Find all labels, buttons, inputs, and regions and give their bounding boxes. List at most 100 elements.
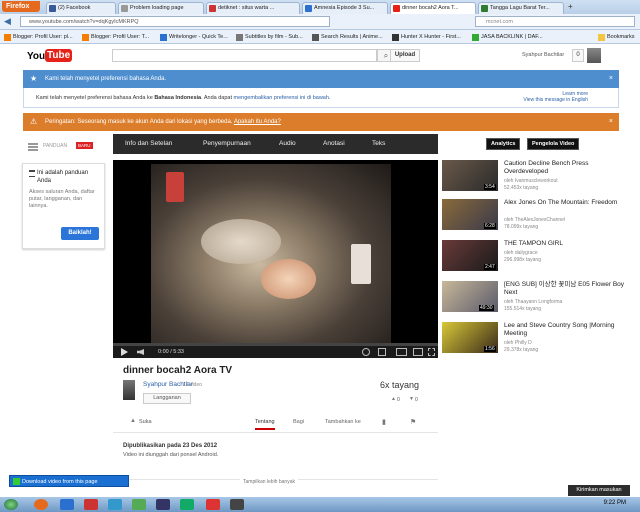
video-manager-button[interactable]: Pengelola Video — [527, 138, 580, 150]
taskbar-app-icon[interactable] — [180, 499, 194, 510]
user-name[interactable]: Syahpur Bachtiar — [522, 52, 564, 58]
taskbar-app-icon[interactable] — [230, 499, 244, 510]
bookmark-item[interactable]: Blogger: Profil User: pl... — [4, 32, 73, 42]
revert-preference-link[interactable]: mengembalikan preferensi ini di bawah — [234, 95, 329, 101]
system-clock: 9:22 PM — [603, 500, 626, 506]
taskbar-app-icon[interactable] — [108, 499, 122, 510]
suggestion-item[interactable]: 2:47 THE TAMPON GIRL oleh dailygrace 296… — [442, 240, 632, 278]
firefox-taskbar-icon[interactable] — [34, 499, 48, 510]
suggestion-channel: oleh Thaayann Longforma — [504, 299, 563, 305]
suggestion-title[interactable]: Lee and Steve Country Song |Morning Meet… — [504, 322, 632, 338]
notification-count[interactable]: 0 — [572, 49, 584, 62]
suggestion-item[interactable]: 3:54 Caution Decline Bench Press Overdev… — [442, 160, 632, 198]
page-favicon-icon — [121, 5, 128, 12]
search-engine-box[interactable]: mcnet.com — [475, 16, 635, 27]
suggestion-item[interactable]: 1:56 Lee and Steve Country Song |Morning… — [442, 322, 632, 360]
taskbar-app-icon[interactable] — [206, 499, 220, 510]
tab-info-settings[interactable]: Info dan Setelan — [125, 134, 172, 154]
tab-share[interactable]: Bagi — [293, 419, 304, 425]
browser-tab[interactable]: Tangga Lagu Barat Ter... — [478, 2, 564, 14]
stats-icon[interactable]: ▮ — [382, 418, 386, 426]
guide-label[interactable]: PANDUAN — [43, 143, 67, 149]
browser-tab[interactable]: (2) Facebook — [46, 2, 116, 14]
tab-about[interactable]: Tentang — [255, 419, 275, 430]
start-button-icon[interactable] — [4, 499, 18, 510]
tab-add-to[interactable]: Tambahkan ke — [325, 419, 361, 425]
browser-tab[interactable]: Amnesia Episode 3 Su... — [302, 2, 388, 14]
bookmark-item[interactable]: Blogger: Profil User: T... — [82, 32, 149, 42]
time-display: 0:00 / 5:33 — [158, 349, 184, 355]
close-icon[interactable]: × — [609, 70, 613, 88]
guide-ok-button[interactable]: Baiklah! — [61, 227, 99, 240]
language-alert: ★ Kami telah menyetel preferensi bahasa … — [23, 70, 619, 88]
download-video-bar[interactable]: Download video from this page — [9, 475, 129, 487]
browser-tab[interactable]: detiknet : situs warta ... — [206, 2, 300, 14]
youtube-logo[interactable]: You Tube — [27, 48, 73, 64]
suggestion-title[interactable]: [ENG SUB] 이상한 꽃미남 E05 Flower Boy Next — [504, 281, 632, 297]
popout-icon[interactable] — [396, 348, 407, 356]
tab-captions[interactable]: Teks — [372, 134, 385, 154]
video-content — [166, 172, 184, 202]
avatar[interactable] — [587, 48, 601, 63]
suggestion-title[interactable]: Caution Decline Bench Press Overdevelope… — [504, 160, 632, 176]
was-it-you-link[interactable]: Apakah itu Anda? — [234, 119, 281, 125]
subscribe-button[interactable]: Langganan — [143, 393, 191, 404]
back-icon[interactable]: ◀ — [4, 16, 11, 26]
browser-tab-bar: Firefox (2) Facebook Problem loading pag… — [0, 0, 640, 14]
site-icon — [392, 34, 399, 41]
flag-icon[interactable]: ⚑ — [410, 418, 416, 426]
bookmark-item[interactable]: JASA BACKLINK | DAF... — [472, 32, 543, 42]
warning-icon: ⚠ — [30, 117, 38, 126]
suggestion-title[interactable]: THE TAMPON GIRL — [504, 240, 632, 248]
bookmark-item[interactable]: Writelonger - Quick Te... — [160, 32, 228, 42]
taskbar-app-icon[interactable] — [132, 499, 146, 510]
bookmarks-menu[interactable]: Bookmarks — [598, 32, 635, 42]
search-input[interactable] — [112, 49, 377, 62]
feedback-button[interactable]: Kirimkan masukan — [568, 485, 630, 496]
thumbs-up-icon[interactable]: ▲ — [391, 396, 396, 402]
like-button[interactable]: Suka — [139, 419, 152, 425]
site-icon — [312, 34, 319, 41]
show-more-button[interactable]: Tampilkan lebih banyak — [240, 479, 298, 485]
tab-enhancements[interactable]: Penyempurnaan — [203, 134, 251, 154]
new-tab-icon[interactable]: + — [568, 2, 573, 12]
taskbar-app-icon[interactable] — [60, 499, 74, 510]
suggestion-channel: oleh Ivanmuscleworkout — [504, 178, 558, 184]
tab-annotations[interactable]: Anotasi — [323, 134, 345, 154]
taskbar: 9:22 PM — [0, 497, 640, 512]
tab-audio[interactable]: Audio — [279, 134, 296, 154]
fullscreen-icon[interactable] — [428, 348, 435, 356]
progress-bar[interactable] — [113, 343, 438, 346]
firefox-menu-button[interactable]: Firefox — [2, 1, 40, 12]
browser-tab[interactable]: Problem loading page — [118, 2, 204, 14]
suggestion-item[interactable]: 6:28 Alex Jones On The Mountain: Freedom… — [442, 199, 632, 237]
bookmark-item[interactable]: Search Results | Anime... — [312, 32, 383, 42]
address-bar[interactable]: www.youtube.com/watch?v=dqKgyIcMKRPQ — [20, 16, 330, 27]
video-player[interactable]: 0:00 / 5:33 — [113, 160, 438, 358]
bookmark-item[interactable]: Hunter X Hunter - First... — [392, 32, 461, 42]
taskbar-app-icon[interactable] — [156, 499, 170, 510]
browser-tab-active[interactable]: dinner bocah2 Aora T... — [390, 2, 476, 14]
analytics-button[interactable]: Analytics — [486, 138, 521, 150]
thumbs-down-icon[interactable]: ▼ — [409, 396, 414, 402]
youtube-favicon-icon — [393, 5, 400, 12]
detik-favicon-icon — [209, 5, 216, 12]
suggestion-title[interactable]: Alex Jones On The Mountain: Freedom — [504, 199, 632, 207]
play-icon[interactable] — [121, 348, 128, 356]
channel-avatar[interactable] — [123, 380, 135, 400]
close-icon[interactable]: × — [609, 113, 613, 131]
upload-button[interactable]: Upload — [390, 49, 420, 62]
guide-menu-icon[interactable] — [28, 143, 38, 151]
bookmark-item[interactable]: Subtitles by film - Sub... — [236, 32, 303, 42]
volume-icon[interactable] — [137, 349, 144, 355]
theater-icon[interactable] — [413, 348, 423, 356]
channel-video-count: 17 video — [183, 382, 202, 388]
settings-icon[interactable] — [362, 348, 370, 356]
taskbar-app-icon[interactable] — [84, 499, 98, 510]
video-content — [261, 259, 316, 299]
suggestion-channel: oleh Philly D — [504, 340, 532, 346]
annotations-icon[interactable] — [378, 348, 386, 356]
like-icon[interactable]: ▲ — [130, 418, 136, 424]
suggestion-item[interactable]: 49:30 [ENG SUB] 이상한 꽃미남 E05 Flower Boy N… — [442, 281, 632, 319]
view-in-english-link[interactable]: View this message in English — [523, 97, 588, 103]
